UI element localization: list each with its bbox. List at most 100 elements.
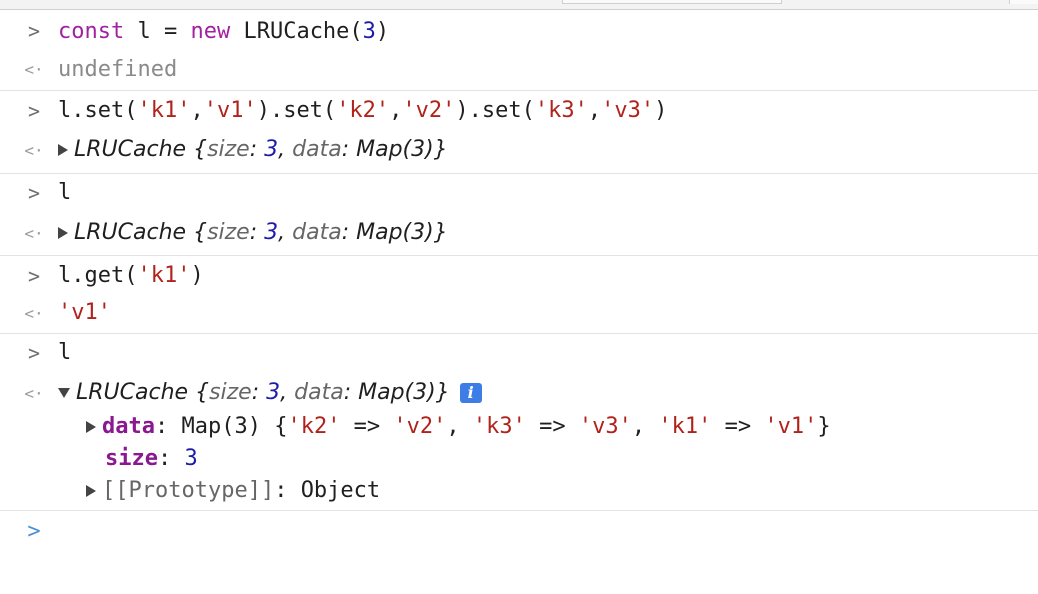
input-prompt-icon: > bbox=[27, 99, 41, 123]
code-text: , bbox=[190, 98, 204, 123]
object-colon: : bbox=[249, 137, 265, 162]
code-text: ).set( bbox=[256, 98, 337, 123]
object-key: data bbox=[292, 220, 342, 245]
property-row-prototype[interactable]: [[Prototype]]: Object bbox=[86, 476, 380, 506]
map-arrow: => bbox=[340, 414, 394, 439]
info-icon[interactable]: i bbox=[459, 383, 482, 403]
map-separator: , bbox=[631, 414, 659, 439]
code-text: l.get( bbox=[58, 263, 138, 288]
object-key: size bbox=[207, 220, 250, 245]
code-text: l.set( bbox=[58, 98, 138, 123]
input-prompt-icon: > bbox=[27, 341, 41, 365]
input-prompt-icon: > bbox=[27, 264, 41, 288]
expand-triangle-icon[interactable] bbox=[86, 485, 96, 497]
result-value: undefined bbox=[58, 57, 178, 82]
expand-triangle-icon[interactable] bbox=[86, 421, 96, 433]
object-key: size bbox=[209, 380, 252, 405]
result-arrow-icon: <· bbox=[24, 141, 44, 160]
expand-triangle-icon[interactable] bbox=[58, 144, 68, 156]
console-result-line: undefined bbox=[58, 55, 177, 85]
map-key: 'k3' bbox=[472, 414, 526, 439]
string-literal: 'v2' bbox=[402, 98, 456, 123]
object-brace: { bbox=[188, 380, 210, 405]
map-arrow: => bbox=[525, 414, 579, 439]
collapse-triangle-icon[interactable] bbox=[58, 388, 70, 398]
console-input-line[interactable]: l.get('k1') bbox=[58, 261, 204, 291]
console-input-line[interactable]: l bbox=[58, 338, 71, 368]
console-input-line[interactable]: l.set('k1','v1').set('k2','v2').set('k3'… bbox=[58, 96, 667, 126]
property-key: data bbox=[102, 414, 155, 439]
object-preview[interactable]: LRUCache {size: 3, data: Map(3)} bbox=[58, 135, 448, 165]
object-colon: : bbox=[251, 380, 267, 405]
object-class-name: LRUCache bbox=[76, 380, 189, 405]
map-key: 'k1' bbox=[658, 414, 712, 439]
object-class-name: LRUCache bbox=[74, 220, 187, 245]
property-key: size bbox=[105, 446, 158, 471]
console-input-line[interactable]: const l = new LRUCache(3) bbox=[58, 17, 389, 47]
result-arrow-icon: <· bbox=[24, 304, 44, 323]
string-literal: 'v3' bbox=[601, 98, 655, 123]
property-row-data[interactable]: data: Map(3) {'k2' => 'v2', 'k3' => 'v3'… bbox=[86, 412, 831, 442]
result-value: 'v1' bbox=[58, 300, 111, 325]
entry-divider bbox=[0, 333, 1038, 334]
console-input-field[interactable] bbox=[58, 516, 998, 546]
entry-divider bbox=[0, 90, 1038, 91]
number-literal: 3 bbox=[362, 19, 376, 44]
object-brace: { bbox=[186, 137, 208, 162]
map-value: 'v3' bbox=[578, 414, 632, 439]
string-literal: 'k1' bbox=[137, 98, 191, 123]
input-prompt-icon: > bbox=[27, 181, 41, 205]
property-colon: : bbox=[274, 478, 301, 503]
string-literal: 'v1' bbox=[203, 98, 257, 123]
object-colon: : bbox=[341, 137, 357, 162]
property-colon: : bbox=[157, 446, 185, 471]
keyword: const bbox=[58, 19, 125, 44]
object-colon: : bbox=[249, 220, 265, 245]
result-arrow-icon: <· bbox=[24, 224, 44, 243]
object-brace: } bbox=[433, 137, 448, 162]
code-text: LRUCache( bbox=[230, 19, 363, 44]
object-colon: : bbox=[341, 220, 357, 245]
string-literal: 'k3' bbox=[534, 98, 588, 123]
object-brace: } bbox=[433, 220, 448, 245]
object-value: Map(3) bbox=[356, 220, 434, 245]
object-preview-expanded[interactable]: LRUCache {size: 3, data: Map(3)} i bbox=[58, 378, 482, 408]
object-comma: , bbox=[278, 220, 293, 245]
object-value: Map(3) bbox=[356, 137, 434, 162]
object-key: data bbox=[294, 380, 344, 405]
toolbar-fragment-right bbox=[1009, 0, 1038, 4]
map-value: 'v1' bbox=[764, 414, 818, 439]
entry-divider bbox=[0, 173, 1038, 174]
object-brace: } bbox=[435, 380, 450, 405]
result-arrow-icon: <· bbox=[24, 384, 44, 403]
object-comma: , bbox=[278, 137, 293, 162]
map-key: 'k2' bbox=[287, 414, 341, 439]
keyword: new bbox=[190, 19, 231, 44]
console-prompt-icon: > bbox=[27, 519, 41, 544]
object-value: Map(3) bbox=[358, 380, 436, 405]
code-text: l bbox=[58, 340, 72, 365]
map-value: 'v2' bbox=[393, 414, 447, 439]
map-separator: , bbox=[446, 414, 473, 439]
object-value: 3 bbox=[264, 220, 279, 245]
toolbar-fragment bbox=[562, 0, 782, 4]
map-arrow: => bbox=[711, 414, 765, 439]
string-literal: 'k1' bbox=[137, 263, 191, 288]
object-class-name: LRUCache bbox=[74, 137, 187, 162]
result-arrow-icon: <· bbox=[24, 60, 44, 79]
property-colon: : bbox=[154, 414, 182, 439]
entry-divider bbox=[0, 255, 1038, 256]
code-text: ) bbox=[190, 263, 204, 288]
code-text: l = bbox=[124, 19, 191, 44]
code-text: ).set( bbox=[455, 98, 535, 123]
object-preview[interactable]: LRUCache {size: 3, data: Map(3)} bbox=[58, 218, 448, 248]
console-result-line: 'v1' bbox=[58, 298, 111, 328]
property-value: Object bbox=[300, 478, 381, 503]
code-text: l bbox=[58, 180, 72, 205]
code-text: ) bbox=[654, 98, 668, 123]
object-colon: : bbox=[343, 380, 359, 405]
expand-triangle-icon[interactable] bbox=[58, 227, 68, 239]
console-input-line[interactable]: l bbox=[58, 178, 71, 208]
property-row-size: size: 3 bbox=[105, 444, 198, 474]
entry-divider bbox=[0, 510, 1038, 511]
